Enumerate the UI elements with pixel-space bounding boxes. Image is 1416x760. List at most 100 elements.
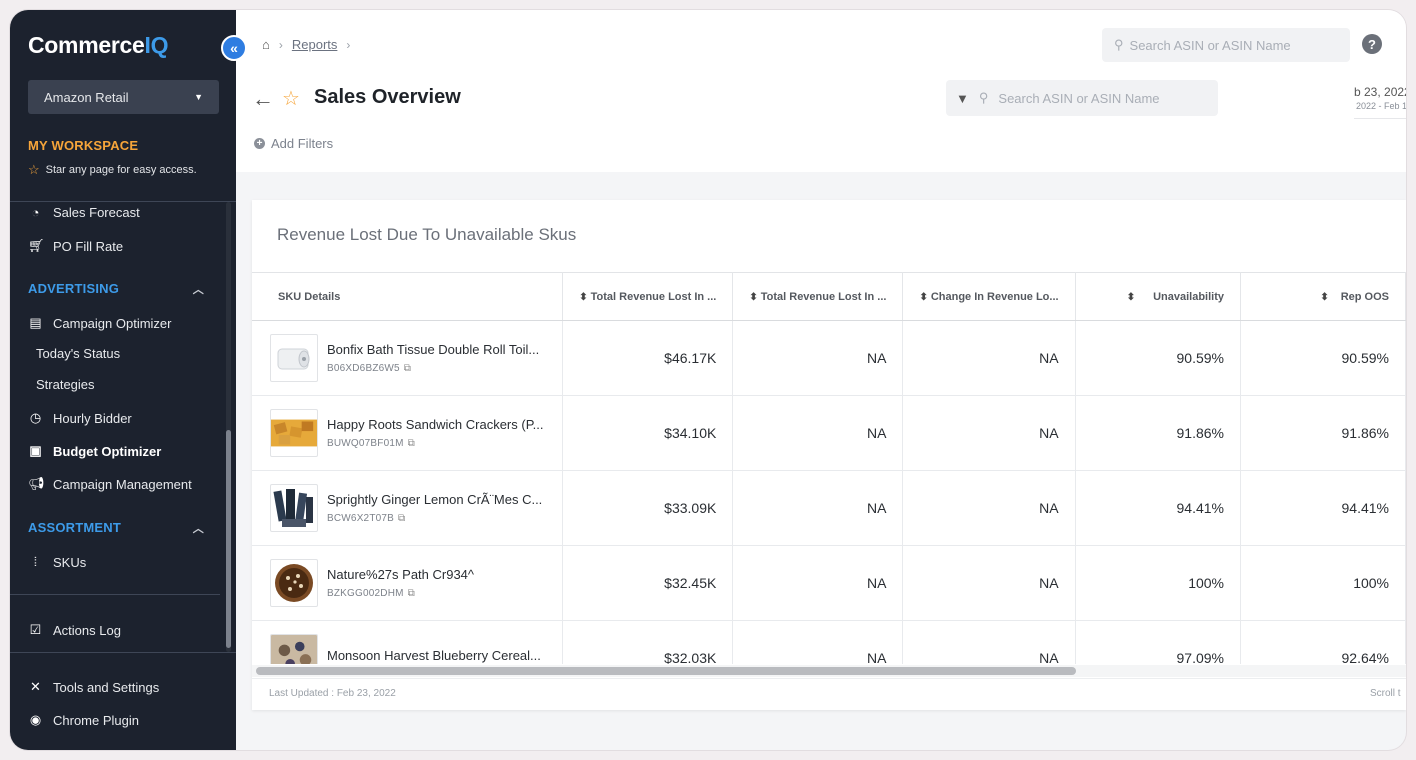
- chevron-up-icon: ︿: [192, 523, 204, 535]
- breadcrumb-reports[interactable]: Reports: [292, 37, 338, 52]
- filter-icon[interactable]: ▼: [956, 91, 969, 106]
- revenue-lost-cell: NA: [732, 620, 904, 664]
- sort-icon[interactable]: ⬍: [1127, 292, 1135, 303]
- back-arrow-icon[interactable]: ←: [252, 86, 274, 112]
- sidebar-item-hourly-bidder[interactable]: ◷ Hourly Bidder: [28, 410, 132, 426]
- search-icon: ⚲: [978, 90, 989, 105]
- asin-search-input[interactable]: ▼ ⚲ Search ASIN or ASIN Name: [946, 80, 1218, 116]
- table-row[interactable]: Sprightly Ginger Lemon CrÃ¨Mes C... BCW6…: [252, 470, 1406, 546]
- chrome-icon: ◉: [29, 712, 42, 727]
- sidebar-item-strategies[interactable]: Strategies: [36, 377, 95, 392]
- help-icon[interactable]: ?: [1362, 34, 1382, 54]
- sku-id: B06XD6BZ6W5 ⧉: [327, 363, 412, 374]
- plus-icon: +: [254, 138, 265, 149]
- megaphone-icon: 📢︎: [28, 476, 45, 491]
- sku-cell: Happy Roots Sandwich Crackers (P... BUWQ…: [252, 395, 564, 471]
- sidebar-item-skus[interactable]: ⦙ SKUs: [28, 554, 86, 570]
- change-cell: NA: [902, 470, 1076, 546]
- copy-icon[interactable]: ⧉: [408, 438, 415, 449]
- sort-icon[interactable]: ⬍: [919, 292, 927, 303]
- sku-name[interactable]: Sprightly Ginger Lemon CrÃ¨Mes C...: [327, 492, 547, 507]
- table-row[interactable]: Monsoon Harvest Blueberry Cereal... $32.…: [252, 620, 1406, 664]
- copy-icon[interactable]: ⧉: [408, 588, 415, 599]
- table-horizontal-scrollbar[interactable]: [256, 667, 1076, 675]
- sku-cell: Sprightly Ginger Lemon CrÃ¨Mes C... BCW6…: [252, 470, 564, 546]
- global-search-input[interactable]: ⚲ Search ASIN or ASIN Name: [1102, 28, 1350, 62]
- product-image: [270, 334, 318, 382]
- collapse-sidebar-button[interactable]: «: [221, 35, 247, 61]
- page-title: Sales Overview: [314, 86, 461, 108]
- last-updated-text: Last Updated : Feb 23, 2022: [269, 688, 396, 699]
- rep-oos-cell: 100%: [1240, 545, 1406, 621]
- sku-id: BUWQ07BF01M ⧉: [327, 438, 416, 449]
- workspace-hint: ☆ Star any page for easy access.: [28, 162, 197, 177]
- column-header-change-revenue-lost[interactable]: ⬍ Change In Revenue Lo...: [902, 272, 1076, 321]
- sku-name[interactable]: Nature%27s Path Cr934^: [327, 567, 547, 582]
- table-row[interactable]: Nature%27s Path Cr934^ BZKGG002DHM ⧉ $32.…: [252, 545, 1406, 621]
- chevron-up-icon: ︿: [192, 284, 204, 296]
- rep-oos-cell: 91.86%: [1240, 395, 1406, 471]
- home-icon[interactable]: ⌂: [262, 37, 270, 52]
- sidebar-item-todays-status[interactable]: Today's Status: [36, 346, 120, 361]
- column-header-total-revenue-lost-2[interactable]: ⬍ Total Revenue Lost In ...: [732, 272, 904, 321]
- add-filters-button[interactable]: + Add Filters: [254, 136, 333, 151]
- sidebar-item-budget-optimizer[interactable]: ▣ Budget Optimizer: [28, 443, 161, 459]
- sku-name[interactable]: Bonfix Bath Tissue Double Roll Toil...: [327, 342, 547, 357]
- sidebar-item-campaign-management[interactable]: 📢︎ Campaign Management: [28, 476, 192, 492]
- date-range-picker[interactable]: b 23, 2022 2022 - Feb 1: [1354, 83, 1406, 119]
- budget-icon: ▣: [29, 443, 42, 458]
- change-cell: NA: [902, 395, 1076, 471]
- sidebar-item-po-fill-rate[interactable]: 🛒︎ PO Fill Rate: [28, 238, 123, 254]
- divider: [10, 652, 236, 653]
- table-row[interactable]: Bonfix Bath Tissue Double Roll Toil... B…: [252, 320, 1406, 396]
- unavailability-cell: 100%: [1075, 545, 1242, 621]
- revenue-lost-cell: NA: [732, 545, 904, 621]
- revenue-lost-cell: $34.10K: [562, 395, 734, 471]
- sidebar-item-tools-settings[interactable]: ✕ Tools and Settings: [28, 679, 159, 695]
- sort-icon[interactable]: ⬍: [579, 292, 587, 303]
- section-assortment[interactable]: ASSORTMENT ︿: [28, 520, 204, 536]
- table-row[interactable]: Happy Roots Sandwich Crackers (P... BUWQ…: [252, 395, 1406, 471]
- change-cell: NA: [902, 545, 1076, 621]
- cart-icon: 🛒︎: [28, 238, 45, 253]
- sidebar-item-campaign-optimizer[interactable]: ▤ Campaign Optimizer: [28, 315, 171, 331]
- logo[interactable]: CommerceIQ: [28, 32, 168, 59]
- sidebar-item-chrome-plugin[interactable]: ◉ Chrome Plugin: [28, 712, 139, 728]
- product-image: [270, 409, 318, 457]
- sort-icon[interactable]: ⬍: [1320, 292, 1328, 303]
- clipboard-check-icon: ☑: [29, 622, 42, 637]
- sort-icon[interactable]: ⬍: [749, 292, 757, 303]
- main-content: ⌂ › Reports › ⚲ Search ASIN or ASIN Name…: [236, 10, 1406, 750]
- revenue-lost-cell: $33.09K: [562, 470, 734, 546]
- retailer-select[interactable]: Amazon Retail ▼: [28, 80, 219, 114]
- product-image: [270, 559, 318, 607]
- chevron-right-icon: ›: [346, 37, 351, 52]
- sidebar-item-sales-forecast[interactable]: ◔ Sales Forecast: [28, 205, 140, 220]
- caret-down-icon: ▼: [194, 92, 203, 102]
- favorite-star-icon[interactable]: ☆: [282, 86, 300, 111]
- scroll-hint-text: Scroll t: [1370, 688, 1401, 699]
- sku-name[interactable]: Happy Roots Sandwich Crackers (P...: [327, 417, 547, 432]
- sku-name[interactable]: Monsoon Harvest Blueberry Cereal...: [327, 648, 547, 663]
- column-header-unavailability[interactable]: ⬍ Unavailability: [1075, 272, 1242, 321]
- table-header-row: SKU Details ⬍ Total Revenue Lost In ... ⬍…: [252, 272, 1406, 321]
- star-outline-icon: ☆: [28, 162, 40, 177]
- revenue-lost-cell: NA: [732, 470, 904, 546]
- column-header-total-revenue-lost-1[interactable]: ⬍ Total Revenue Lost In ...: [562, 272, 734, 321]
- copy-icon[interactable]: ⧉: [398, 513, 405, 524]
- retailer-select-value: Amazon Retail: [44, 89, 129, 105]
- sidebar-nav: ◔ Sales Forecast 🛒︎ PO Fill Rate ADVERTI…: [10, 202, 228, 652]
- sku-id: BCW6X2T07B ⧉: [327, 513, 406, 524]
- section-advertising[interactable]: ADVERTISING ︿: [28, 281, 204, 297]
- column-header-sku-details[interactable]: SKU Details: [252, 272, 564, 321]
- change-cell: NA: [902, 620, 1076, 664]
- column-header-rep-oos[interactable]: ⬍ Rep OOS: [1240, 272, 1406, 321]
- sidebar-item-actions-log[interactable]: ☑ Actions Log: [28, 622, 121, 638]
- copy-icon[interactable]: ⧉: [404, 363, 411, 374]
- revenue-lost-cell: NA: [732, 395, 904, 471]
- sku-cell: Monsoon Harvest Blueberry Cereal...: [252, 620, 564, 664]
- sidebar: CommerceIQ « Amazon Retail ▼ MY WORKSPAC…: [10, 10, 247, 750]
- rep-oos-cell: 94.41%: [1240, 470, 1406, 546]
- revenue-lost-cell: $46.17K: [562, 320, 734, 396]
- unavailability-cell: 91.86%: [1075, 395, 1242, 471]
